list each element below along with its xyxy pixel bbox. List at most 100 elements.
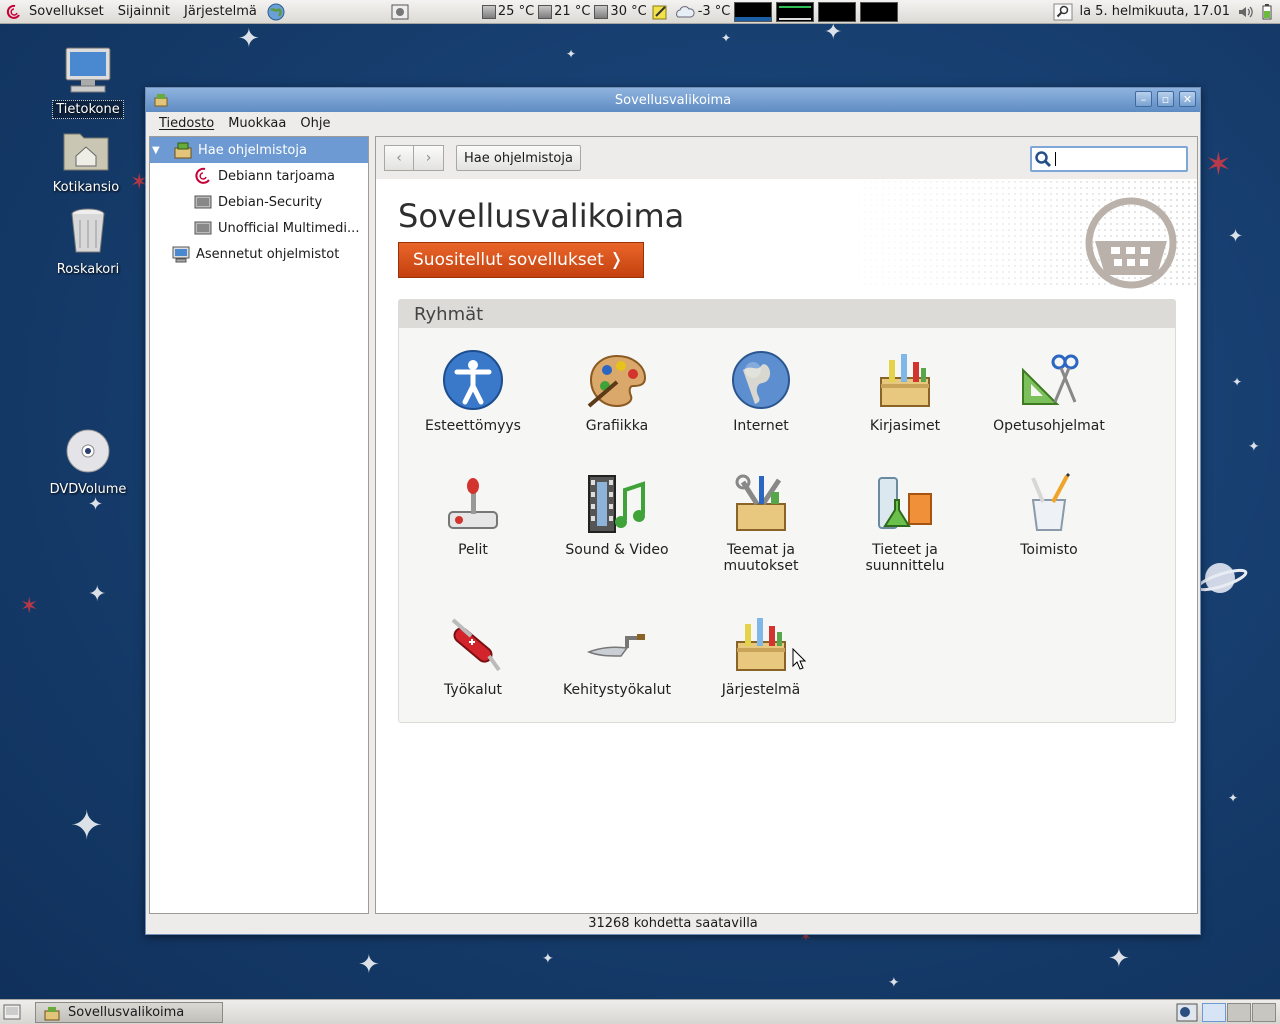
toolbox-icon: [736, 618, 786, 671]
category-accessibility[interactable]: Esteettömyys: [403, 348, 543, 434]
debian-swirl-icon: [195, 167, 210, 184]
desktop-icon-computer[interactable]: Tietokone: [38, 46, 138, 119]
expander-triangle-icon[interactable]: ▼: [152, 145, 166, 156]
sidebar-item-installed[interactable]: Asennetut ohjelmistot: [150, 241, 368, 267]
weather[interactable]: -3 °C: [673, 4, 730, 19]
star-decoration: ✦: [88, 494, 104, 515]
minimize-button[interactable]: –: [1135, 91, 1152, 107]
workspace-2[interactable]: [1227, 1003, 1251, 1022]
sidebar-item-get-software[interactable]: ▼ Hae ohjelmistoja: [150, 137, 368, 163]
sidebar-item-debian-security[interactable]: Debian-Security: [150, 189, 368, 215]
category-utilities[interactable]: Työkalut: [403, 612, 543, 698]
app-basket-icon[interactable]: [154, 93, 168, 107]
tools-box-icon: [735, 474, 786, 531]
repository-icon: [194, 221, 212, 235]
maximize-button[interactable]: ▫: [1157, 91, 1174, 107]
chip-icon: [594, 4, 609, 19]
notes-icon[interactable]: [651, 3, 669, 21]
cloud-icon: [675, 5, 695, 17]
mouse-cursor-icon: [792, 648, 806, 670]
source-sidebar: ▼ Hae ohjelmistoja Debiann tarjoama Debi…: [149, 136, 369, 914]
load-monitor[interactable]: [860, 1, 899, 22]
category-graphics[interactable]: Grafiikka: [547, 348, 687, 434]
menu-file[interactable]: Tiedosto: [152, 116, 221, 131]
network-globe-icon[interactable]: [266, 2, 286, 22]
star-decoration: ✦: [1108, 944, 1130, 974]
categories-header: Ryhmät: [399, 300, 1175, 328]
debian-logo-icon[interactable]: [6, 4, 22, 20]
show-desktop-icon[interactable]: [3, 1004, 21, 1020]
workspace-preview-icon[interactable]: [1176, 1003, 1198, 1022]
software-basket-logo-icon: [1085, 197, 1177, 289]
window-titlebar[interactable]: Sovellusvalikoima – ▫ ✕: [146, 88, 1200, 112]
category-internet[interactable]: Internet: [691, 348, 831, 434]
close-button[interactable]: ✕: [1179, 91, 1196, 107]
software-center-window: Sovellusvalikoima – ▫ ✕ Tiedosto Muokkaa…: [145, 87, 1201, 935]
dvd-disc-icon: [66, 429, 110, 473]
workspace-1[interactable]: [1202, 1003, 1226, 1022]
category-games[interactable]: Pelit: [403, 472, 543, 558]
window-title: Sovellusvalikoima: [614, 92, 732, 108]
cpu-temp-3: 30 °C: [594, 4, 647, 19]
desktop-icon-home[interactable]: Kotikansio: [36, 128, 136, 195]
trash-icon: [71, 208, 105, 253]
star-decoration: ✦: [1228, 791, 1239, 805]
forward-button[interactable]: ›: [414, 145, 444, 171]
bottom-panel: Sovellusvalikoima: [0, 999, 1280, 1024]
category-developer-tools[interactable]: Kehitystyökalut: [547, 612, 687, 698]
star-decoration: ✦: [824, 20, 843, 45]
status-bar: 31268 kohdetta saatavilla: [588, 916, 758, 931]
clock[interactable]: la 5. helmikuuta, 17.01: [1079, 4, 1230, 19]
category-science-engineering[interactable]: Tieteet ja suunnittelu: [835, 472, 975, 574]
basket-icon: [44, 1006, 60, 1020]
category-fonts[interactable]: Kirjasimet: [835, 348, 975, 434]
star-decoration: ✶: [20, 594, 39, 619]
category-system[interactable]: Järjestelmä: [691, 612, 831, 698]
menu-applications[interactable]: Sovellukset: [22, 4, 111, 19]
toolbox-icon: [880, 354, 930, 407]
search-tool-icon[interactable]: [1053, 3, 1073, 21]
set-square-scissors-icon: [1022, 354, 1079, 405]
search-input[interactable]: [1055, 152, 1056, 166]
sidebar-item-unofficial-multimedia[interactable]: Unofficial Multimedi...: [150, 215, 368, 241]
menu-edit[interactable]: Muokkaa: [221, 116, 293, 131]
star-decoration: ✦: [358, 950, 380, 980]
volume-icon[interactable]: [1236, 3, 1256, 21]
star-decoration: ✦: [1248, 439, 1260, 455]
workspace-3[interactable]: [1252, 1003, 1276, 1022]
lab-flask-icon: [878, 477, 932, 529]
battery-icon[interactable]: [1260, 3, 1274, 21]
star-decoration: ✶: [1205, 145, 1232, 183]
category-sound-video[interactable]: Sound & Video: [547, 472, 687, 558]
cpu-monitor[interactable]: [734, 1, 773, 22]
pencil-cup-icon: [1031, 472, 1071, 531]
taskbar-item-software-center[interactable]: Sovellusvalikoima: [35, 1002, 223, 1023]
content-area: Sovellusvalikoima Suositellut sovellukse…: [376, 179, 1197, 913]
computer-icon: [65, 47, 111, 93]
menubar: Tiedosto Muokkaa Ohje: [146, 112, 1200, 134]
chip-icon: [481, 4, 496, 19]
net-monitor[interactable]: [818, 1, 857, 22]
star-decoration: ✦: [888, 975, 900, 991]
menu-system[interactable]: Järjestelmä: [177, 4, 264, 19]
breadcrumb-get-software[interactable]: Hae ohjelmistoja: [456, 145, 581, 171]
menu-help[interactable]: Ohje: [293, 116, 337, 131]
memory-monitor[interactable]: [776, 1, 815, 22]
category-office[interactable]: Toimisto: [979, 472, 1119, 558]
joystick-icon: [448, 478, 498, 529]
menu-places[interactable]: Sijainnit: [111, 4, 177, 19]
category-themes-tweaks[interactable]: Teemat ja muutokset: [691, 472, 831, 574]
category-education[interactable]: Opetusohjelmat: [979, 348, 1119, 434]
screenshot-applet-icon[interactable]: [390, 2, 410, 22]
computer-icon: [172, 246, 190, 263]
star-decoration: ✦: [238, 24, 260, 54]
desktop-icon-dvd[interactable]: DVDVolume: [38, 428, 138, 497]
featured-apps-button[interactable]: Suositellut sovellukset ❭: [398, 242, 644, 278]
sidebar-item-debian[interactable]: Debiann tarjoama: [150, 163, 368, 189]
repository-icon: [194, 195, 212, 209]
chip-icon: [538, 4, 553, 19]
search-field[interactable]: [1030, 146, 1188, 172]
home-folder-icon: [63, 133, 109, 171]
desktop-icon-trash[interactable]: Roskakori: [38, 206, 138, 277]
back-button[interactable]: ‹: [384, 145, 414, 171]
